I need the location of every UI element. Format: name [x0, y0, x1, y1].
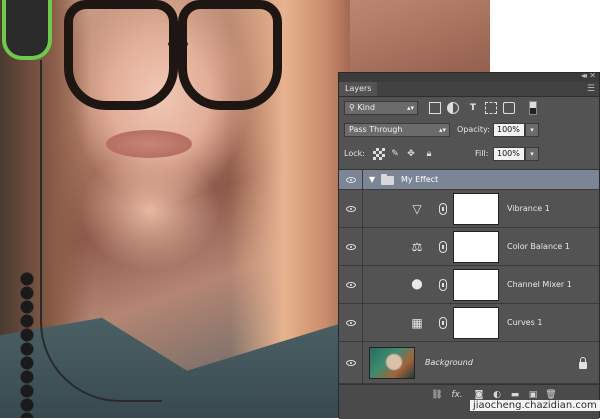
lock-row: Lock: ✎ ✥ 🔒︎ Fill: 100% ▾ [339, 147, 599, 163]
folder-icon [381, 174, 394, 185]
visibility-toggle[interactable] [339, 170, 363, 189]
link-chain-icon[interactable] [439, 203, 447, 215]
filter-kind-dropdown[interactable]: ⚲ Kind ▴▾ [344, 101, 418, 115]
fill-field[interactable]: 100% [493, 147, 525, 161]
eye-icon[interactable] [346, 320, 356, 326]
vibrance-icon: ▽ [412, 202, 422, 216]
lock-image-pixels-icon[interactable]: ✎ [389, 148, 401, 160]
color-balance-icon: ⚖ [411, 240, 423, 254]
filter-toggle-icon[interactable] [529, 101, 537, 115]
photo-lips [106, 130, 192, 158]
eye-icon[interactable] [346, 360, 356, 366]
eye-icon[interactable] [346, 206, 356, 212]
filter-type-layers-icon[interactable]: T [467, 102, 479, 114]
lock-all-icon[interactable]: 🔒︎ [423, 148, 435, 160]
link-chain-icon[interactable] [439, 279, 447, 291]
photo-glasses-left-lens [64, 0, 178, 110]
photo-glasses-bridge [168, 38, 188, 53]
layer-row-background[interactable]: Background [339, 342, 599, 384]
blend-mode-dropdown[interactable]: Pass Through ▴▾ [344, 123, 450, 137]
link-layers-icon[interactable]: ⛓ [431, 389, 443, 401]
layer-row-vibrance[interactable]: ▽ Vibrance 1 [339, 190, 599, 228]
panel-top-strip: ◂◂ ✕ [339, 71, 599, 82]
layer-name[interactable]: Channel Mixer 1 [507, 280, 572, 289]
eye-icon[interactable] [346, 282, 356, 288]
panel-tab-bar: Layers ☰ [339, 82, 599, 97]
visibility-toggle[interactable] [339, 342, 363, 383]
layer-row-channel-mixer[interactable]: ⬤ Channel Mixer 1 [339, 266, 599, 304]
filter-row: ⚲ Kind ▴▾ T [339, 101, 599, 117]
expand-triangle-icon[interactable]: ▼ [369, 175, 375, 184]
channel-mixer-icon: ⬤ [411, 279, 423, 290]
curves-icon: ▦ [411, 316, 423, 330]
layer-thumbnail[interactable] [369, 347, 415, 379]
layer-row-curves[interactable]: ▦ Curves 1 [339, 304, 599, 342]
photo-glasses-right-lens [178, 0, 282, 110]
filter-kind-label: Kind [357, 103, 376, 112]
opacity-field[interactable]: 100% [493, 123, 525, 137]
blend-mode-value: Pass Through [349, 125, 403, 134]
lock-transparent-pixels-icon[interactable] [373, 148, 385, 160]
lock-icon [579, 357, 587, 369]
layer-name[interactable]: Background [425, 358, 473, 367]
link-chain-icon[interactable] [439, 241, 447, 253]
photo-bead-necklace [18, 272, 36, 418]
layers-panel: ◂◂ ✕ Layers ☰ ⚲ Kind ▴▾ T Pass Through ▴… [338, 71, 600, 419]
fill-dropdown-button[interactable]: ▾ [525, 147, 539, 161]
eye-icon[interactable] [346, 244, 356, 250]
filter-pixel-layers-icon[interactable] [429, 102, 441, 114]
filter-smart-objects-icon[interactable] [503, 102, 515, 114]
layer-row-group[interactable]: ▼ My Effect [339, 170, 599, 190]
layer-mask-thumbnail[interactable] [453, 307, 499, 339]
photo-headphone [2, 0, 52, 60]
visibility-toggle[interactable] [339, 304, 363, 341]
layer-name[interactable]: Vibrance 1 [507, 204, 550, 213]
layer-mask-thumbnail[interactable] [453, 269, 499, 301]
photo-headphone-cable [40, 60, 162, 402]
close-panel-icon[interactable]: ✕ [589, 71, 596, 80]
opacity-label: Opacity: [457, 125, 490, 134]
lock-position-icon[interactable]: ✥ [405, 148, 417, 160]
layer-mask-thumbnail[interactable] [453, 231, 499, 263]
visibility-toggle[interactable] [339, 190, 363, 227]
layer-name[interactable]: My Effect [401, 175, 438, 184]
filter-shape-layers-icon[interactable] [485, 102, 497, 114]
layer-name[interactable]: Curves 1 [507, 318, 542, 327]
panel-menu-icon[interactable]: ☰ [587, 82, 595, 96]
lock-label: Lock: [344, 149, 365, 158]
chevron-updown-icon: ▴▾ [406, 104, 414, 112]
chevron-updown-icon: ▴▾ [438, 126, 446, 134]
watermark-text: jiaocheng.chazidian.com [470, 400, 600, 411]
fx-button[interactable]: fx. [451, 389, 463, 401]
layer-row-color-balance[interactable]: ⚖ Color Balance 1 [339, 228, 599, 266]
tab-layers[interactable]: Layers [339, 82, 378, 96]
link-chain-icon[interactable] [439, 317, 447, 329]
fill-label: Fill: [475, 149, 489, 158]
layer-list: ▼ My Effect ▽ Vibrance 1 ⚖ Color Balance… [339, 169, 599, 385]
opacity-dropdown-button[interactable]: ▾ [525, 123, 539, 137]
visibility-toggle[interactable] [339, 228, 363, 265]
visibility-toggle[interactable] [339, 266, 363, 303]
layer-name[interactable]: Color Balance 1 [507, 242, 570, 251]
search-icon: ⚲ [349, 103, 355, 112]
eye-icon[interactable] [346, 177, 356, 183]
blend-row: Pass Through ▴▾ Opacity: 100% ▾ [339, 123, 599, 139]
layer-mask-thumbnail[interactable] [453, 193, 499, 225]
collapse-panel-icon[interactable]: ◂◂ [581, 71, 587, 80]
filter-adjustment-layers-icon[interactable] [447, 102, 459, 114]
